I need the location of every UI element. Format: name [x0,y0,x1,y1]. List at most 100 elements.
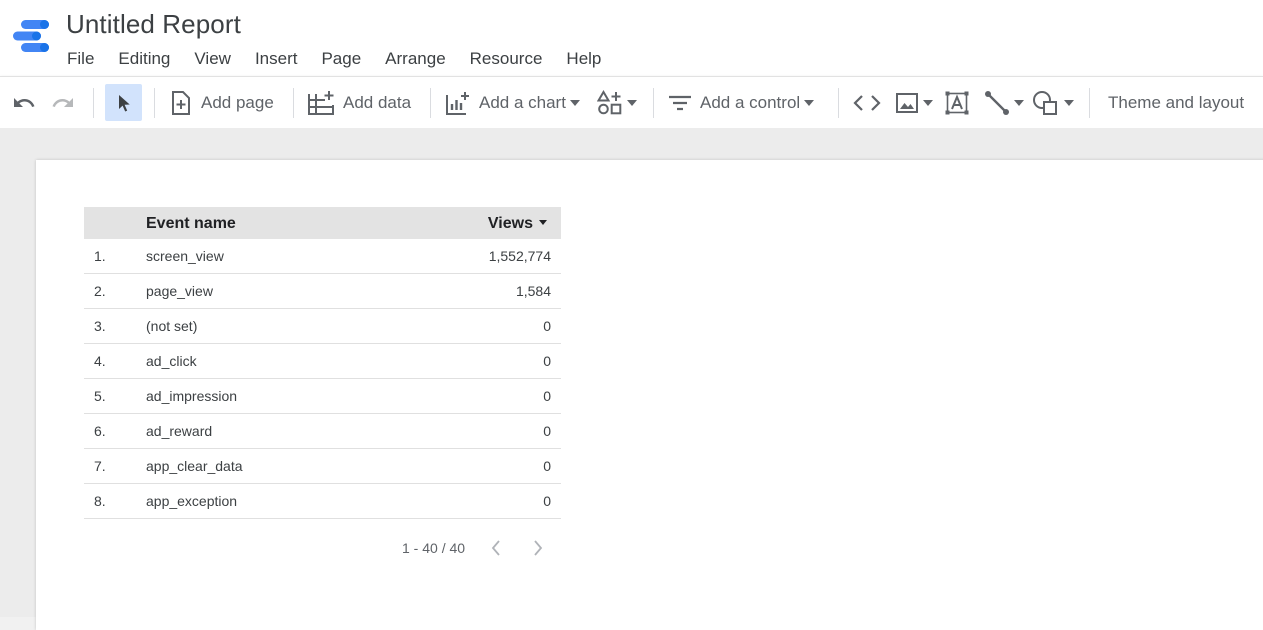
row-index: 6. [94,423,106,439]
redo-icon [52,97,73,107]
toolbar-separator [838,88,839,118]
event-name-cell: ad_click [146,353,197,369]
app-header: Untitled Report File Editing View Insert… [0,0,1263,76]
menu-view[interactable]: View [182,48,243,70]
line-button[interactable] [984,84,1024,121]
pointer-icon [118,94,130,111]
community-viz-button[interactable] [597,84,637,121]
theme-layout-label: Theme and layout [1108,92,1245,112]
text-icon [945,91,969,114]
community-viz-icon [597,89,622,114]
add-page-button[interactable]: Add page [169,84,274,121]
undo-button[interactable] [12,84,40,121]
control-icon [669,95,691,110]
menu-editing[interactable]: Editing [106,48,182,70]
table-row[interactable]: 6. ad_reward 0 [84,414,561,449]
add-control-label: Add a control [700,92,801,112]
views-cell: 0 [543,458,551,474]
menu-file[interactable]: File [55,48,106,70]
undo-icon [14,97,35,107]
text-box-button[interactable] [945,84,969,121]
add-page-label: Add page [201,92,274,112]
row-index: 1. [94,248,106,264]
toolbar-separator [93,88,94,118]
table-chart[interactable]: Event name Views 1. screen_view 1,552,77… [84,207,561,567]
chevron-left-icon[interactable] [490,539,502,557]
toolbar-separator [653,88,654,118]
image-button[interactable] [895,84,933,121]
report-canvas: Event name Views 1. screen_view 1,552,77… [0,128,1263,630]
redo-button[interactable] [51,84,79,121]
views-cell: 0 [543,423,551,439]
table-row[interactable]: 1. screen_view 1,552,774 [84,239,561,274]
chevron-down-icon [1064,99,1074,106]
views-cell: 1,584 [515,283,551,299]
menu-resource[interactable]: Resource [458,48,555,70]
shape-icon [1033,90,1057,115]
data-studio-logo-icon [13,20,49,52]
add-chart-button[interactable]: Add a chart [445,84,580,121]
menu-help[interactable]: Help [554,48,613,70]
toolbar-separator [293,88,294,118]
line-icon [985,90,1009,115]
views-cell: 0 [543,388,551,404]
row-index: 8. [94,493,106,509]
add-data-label: Add data [343,92,412,112]
event-name-cell: app_clear_data [146,458,243,474]
menu-page[interactable]: Page [309,48,373,70]
chevron-down-icon [1014,99,1024,106]
chevron-down-icon [569,99,580,106]
add-data-button[interactable]: Add data [307,84,411,121]
column-header-views[interactable]: Views [488,215,533,233]
menu-arrange[interactable]: Arrange [373,48,457,70]
chevron-down-icon [923,99,933,106]
report-page[interactable]: Event name Views 1. screen_view 1,552,77… [36,160,1263,630]
report-title[interactable]: Untitled Report [66,9,241,40]
table-pagination: 1 - 40 / 40 [84,531,561,567]
table-header: Event name Views [84,207,561,239]
embed-url-button[interactable] [853,84,881,121]
add-page-icon [172,90,190,115]
table-row[interactable]: 4. ad_click 0 [84,344,561,379]
image-icon [896,92,918,113]
table-row[interactable]: 3. (not set) 0 [84,309,561,344]
theme-layout-button[interactable]: Theme and layout [1100,84,1244,121]
chevron-down-icon [627,99,637,106]
toolbar-separator [430,88,431,118]
add-control-button[interactable]: Add a control [668,84,815,121]
event-name-cell: ad_impression [146,388,238,404]
table-row[interactable]: 2. page_view 1,584 [84,274,561,309]
add-chart-icon [446,91,469,115]
toolbar-separator [154,88,155,118]
column-header-event-name[interactable]: Event name [146,215,236,233]
chevron-right-icon[interactable] [532,539,544,557]
table-row[interactable]: 8. app_exception 0 [84,484,561,519]
add-data-icon [308,90,334,115]
toolbar: Add page Add data Add a chart Add a cont… [0,76,1263,129]
toolbar-separator [1089,88,1090,118]
event-name-cell: (not set) [146,318,198,334]
menu-bar: File Editing View Insert Page Arrange Re… [55,48,613,70]
event-name-cell: screen_view [146,248,224,264]
row-index: 7. [94,458,106,474]
table-row[interactable]: 7. app_clear_data 0 [84,449,561,484]
event-name-cell: ad_reward [146,423,213,439]
views-cell: 0 [543,353,551,369]
row-index: 3. [94,318,106,334]
event-name-cell: page_view [146,283,213,299]
row-index: 2. [94,283,106,299]
embed-icon [853,94,881,111]
table-row[interactable]: 9. app_remove 0 [84,519,561,531]
event-name-cell: app_exception [146,493,238,509]
views-cell: 0 [543,318,551,334]
add-chart-label: Add a chart [479,92,566,112]
row-index: 4. [94,353,106,369]
views-cell: 1,552,774 [488,248,551,264]
table-row[interactable]: 5. ad_impression 0 [84,379,561,414]
shape-button[interactable] [1032,84,1074,121]
views-cell: 0 [543,493,551,509]
select-tool-button[interactable] [105,84,142,121]
sort-descending-icon[interactable] [539,220,547,225]
menu-insert[interactable]: Insert [243,48,310,70]
chevron-down-icon [804,99,815,106]
